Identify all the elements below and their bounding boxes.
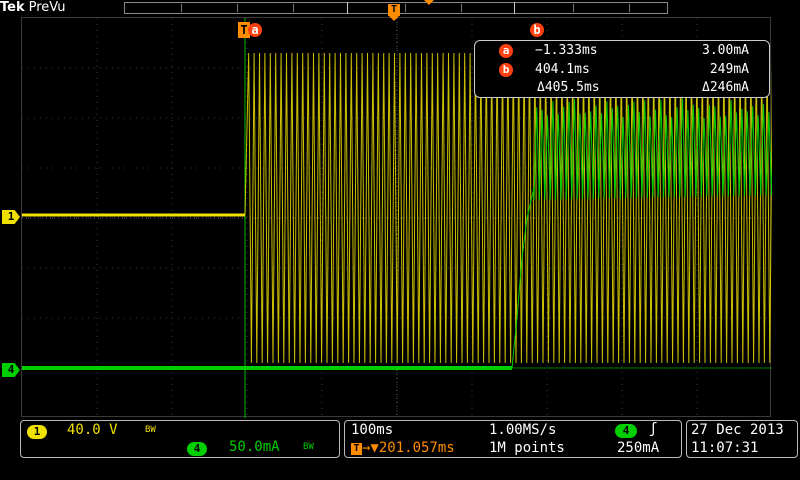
cursor-b-label[interactable]: b [530,22,544,38]
cursor-b-time: 404.1ms [535,61,645,79]
ch1-ground-marker[interactable]: 1 [2,210,20,224]
record-tick [237,4,238,12]
readout-row-delta: Δ405.5ms Δ246mA [475,79,771,97]
record-tick [293,4,294,12]
trigger-position-value: 201.057ms [379,440,455,456]
cursor-readout: a −1.333ms 3.00mA b 404.1ms 249mA Δ405.5… [474,40,770,98]
rising-edge-icon: ʃ [649,421,657,437]
cursor-b-value: 249mA [665,61,749,79]
time: 11:07:31 [691,440,758,456]
cursor-a-label[interactable]: Ta [238,22,262,38]
cursor-a-icon: a [499,44,513,58]
trigger-source-badge[interactable]: 4 [615,424,637,438]
acquisition-mode: PreVu [29,0,66,15]
trigger-delay-arrow-icon: →▼ [362,440,379,456]
date: 27 Dec 2013 [691,422,784,438]
ch1-scale[interactable]: 40.0 V [67,422,118,438]
record-length[interactable]: 1M points [489,440,565,456]
trigger-icon: T [351,443,362,455]
ch1-badge[interactable]: 1 [27,425,47,439]
cursor-a-time: −1.333ms [535,42,645,60]
trigger-level[interactable]: 250mA [617,440,659,456]
record-tick [573,4,574,12]
readout-row-a: a −1.333ms 3.00mA [475,42,771,60]
brand: Tek PreVu [0,0,66,16]
cursor-b-icon: b [530,23,544,37]
datetime-panel: 27 Dec 2013 11:07:31 [686,420,798,458]
record-tick [629,4,630,12]
record-tick [181,4,182,12]
cursor-a-icon: a [248,23,262,37]
cursor-b-icon: b [499,63,513,77]
ch1-trace [245,53,772,363]
trigger-arrow-icon [424,0,434,5]
channel-settings-panel[interactable]: 1 40.0 V BW 4 50.0mA BW [20,420,340,458]
brand-logo: Tek [0,0,25,15]
delta-value: Δ246mA [665,79,749,97]
trigger-position-arrow-icon [389,16,399,21]
horizontal-trigger-panel[interactable]: 100ms 1.00MS/s T →▼201.057ms 1M points 4 … [344,420,682,458]
trigger-position-readout[interactable]: T →▼201.057ms [351,440,455,456]
ch4-ground-marker[interactable]: 4 [2,363,20,377]
delta-time: Δ405.5ms [537,79,647,97]
trigger-position-marker[interactable]: T [388,4,402,22]
readout-row-b: b 404.1ms 249mA [475,61,771,79]
trigger-position-icon: T [388,4,400,16]
timebase[interactable]: 100ms [351,422,393,438]
ch4-badge[interactable]: 4 [187,442,207,456]
cursor-a-value: 3.00mA [665,42,749,60]
ch4-bandwidth-limit-icon: BW [303,442,314,452]
ch1-bandwidth-limit-icon: BW [145,425,156,435]
ch4-scale[interactable]: 50.0mA [229,439,280,455]
sample-rate: 1.00MS/s [489,422,556,438]
